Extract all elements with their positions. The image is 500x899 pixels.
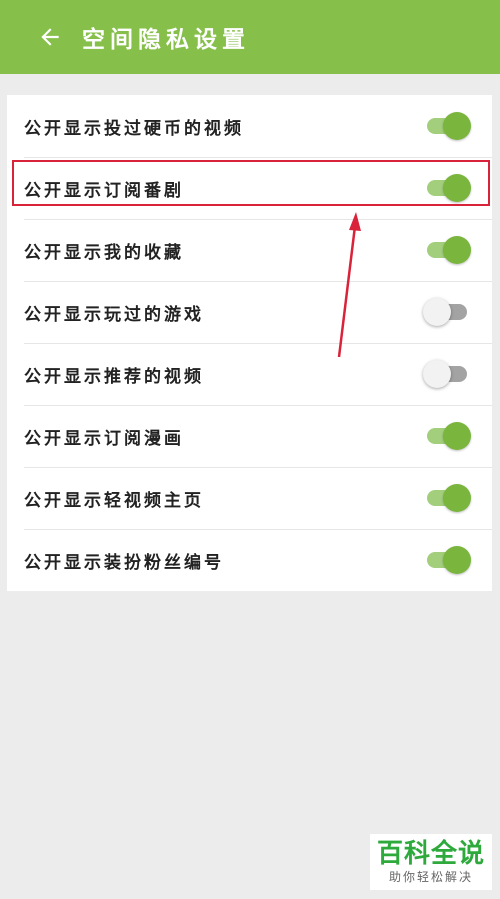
setting-row-played-games[interactable]: 公开显示玩过的游戏 [7, 281, 492, 343]
toggle-switch[interactable] [423, 359, 471, 389]
watermark-subtitle: 助你轻松解决 [388, 870, 473, 884]
setting-row-coin-videos[interactable]: 公开显示投过硬币的视频 [7, 95, 492, 157]
toggle-switch[interactable] [427, 235, 471, 265]
toggle-switch[interactable] [427, 111, 471, 141]
switch-thumb [443, 422, 471, 450]
setting-row-light-video-home[interactable]: 公开显示轻视频主页 [7, 467, 492, 529]
switch-thumb [443, 546, 471, 574]
setting-row-subscribed-bangumi[interactable]: 公开显示订阅番剧 [7, 157, 492, 219]
setting-label: 公开显示订阅漫画 [24, 428, 184, 449]
switch-thumb [443, 112, 471, 140]
switch-thumb [443, 484, 471, 512]
setting-label: 公开显示轻视频主页 [24, 490, 204, 511]
privacy-settings-screen: 空间隐私设置 公开显示投过硬币的视频 公开显示订阅番剧 公开显示我的收藏 公开显… [0, 0, 500, 899]
setting-row-subscribed-comics[interactable]: 公开显示订阅漫画 [7, 405, 492, 467]
toggle-switch[interactable] [427, 173, 471, 203]
arrow-left-icon [41, 28, 59, 46]
watermark-logo: 百科全说 助你轻松解决 [370, 834, 492, 890]
page-title: 空间隐私设置 [82, 27, 250, 53]
switch-thumb [443, 236, 471, 264]
setting-row-recommended-videos[interactable]: 公开显示推荐的视频 [7, 343, 492, 405]
watermark-title: 百科全说 [376, 839, 485, 869]
toggle-switch[interactable] [427, 483, 471, 513]
setting-label: 公开显示订阅番剧 [24, 180, 184, 201]
switch-thumb [423, 298, 451, 326]
setting-label: 公开显示推荐的视频 [24, 366, 204, 387]
setting-label: 公开显示我的收藏 [24, 242, 184, 263]
setting-row-fan-number[interactable]: 公开显示装扮粉丝编号 [7, 529, 492, 591]
toggle-switch[interactable] [427, 545, 471, 575]
setting-label: 公开显示装扮粉丝编号 [24, 552, 224, 573]
setting-label: 公开显示投过硬币的视频 [24, 118, 244, 139]
switch-thumb [423, 360, 451, 388]
setting-label: 公开显示玩过的游戏 [24, 304, 204, 325]
toggle-switch[interactable] [427, 421, 471, 451]
back-button[interactable] [22, 7, 78, 67]
toggle-switch[interactable] [423, 297, 471, 327]
settings-list: 公开显示投过硬币的视频 公开显示订阅番剧 公开显示我的收藏 公开显示玩过的游戏 [7, 95, 492, 591]
setting-row-favorites[interactable]: 公开显示我的收藏 [7, 219, 492, 281]
app-bar: 空间隐私设置 [0, 0, 500, 74]
switch-thumb [443, 174, 471, 202]
